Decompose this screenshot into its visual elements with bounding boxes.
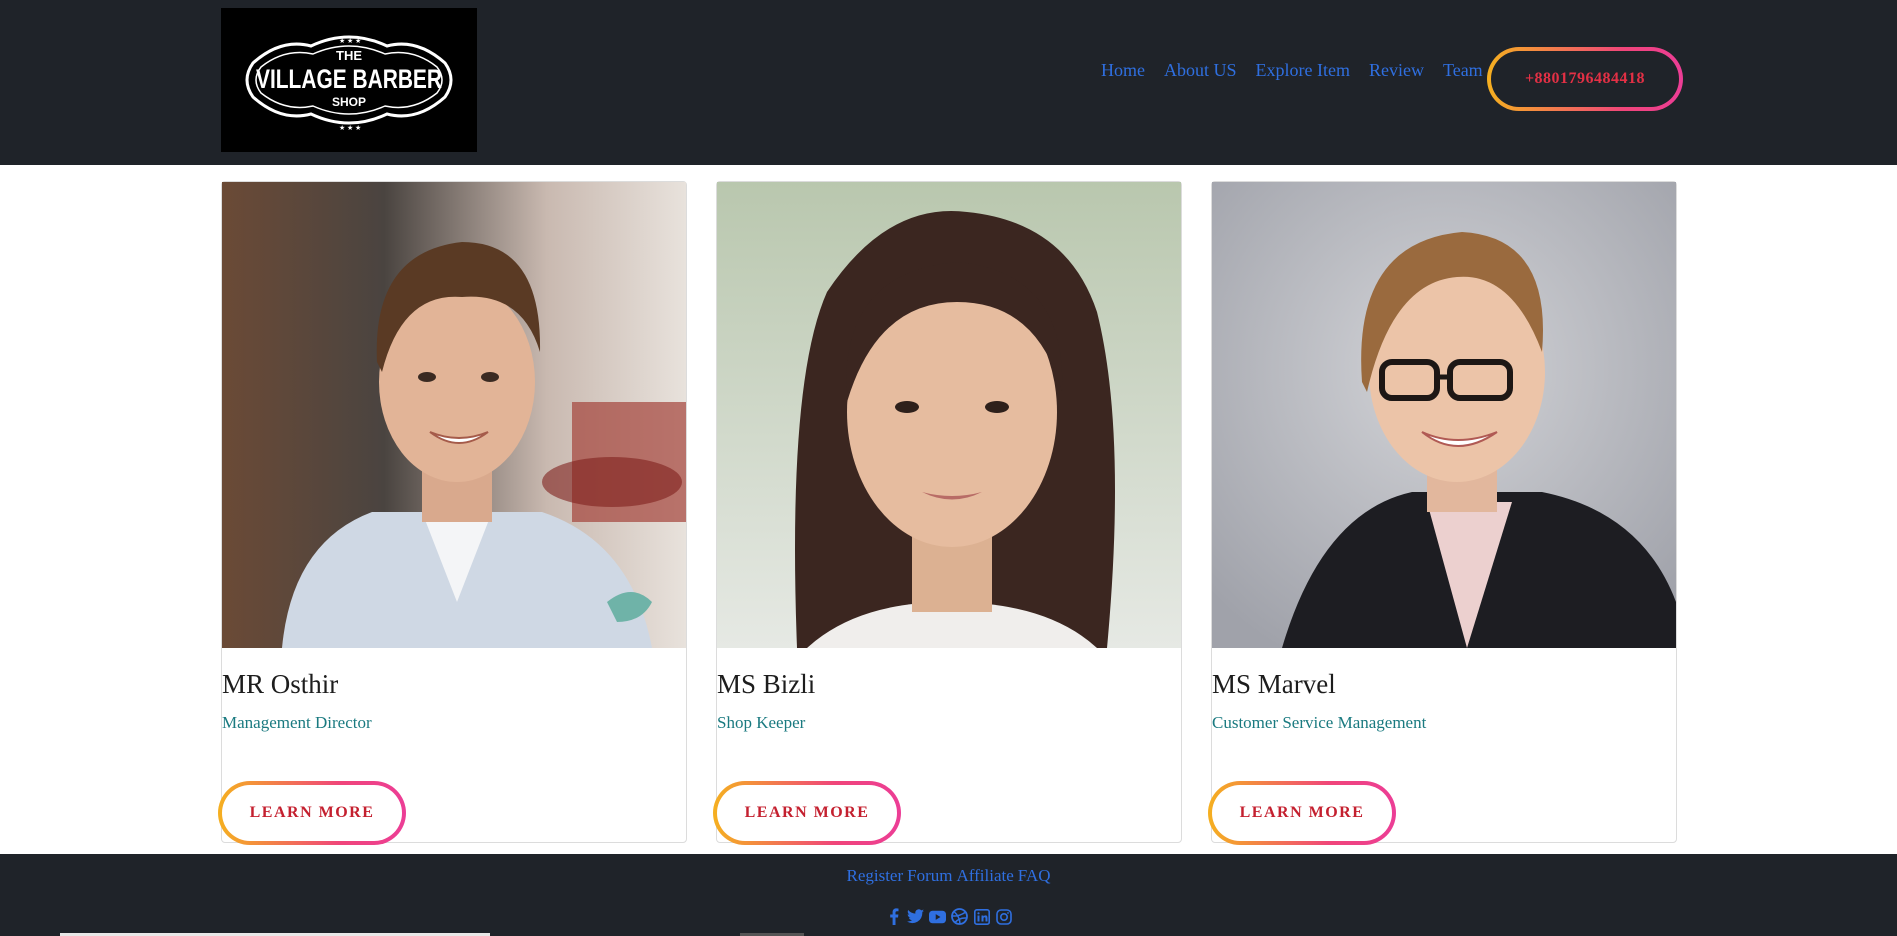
- learn-more-label: LEARN MORE: [717, 785, 897, 841]
- linkedin-icon[interactable]: [973, 908, 990, 925]
- nav-about-link[interactable]: About US: [1164, 60, 1237, 81]
- instagram-icon[interactable]: [995, 908, 1012, 925]
- team-photo-marvel: [1212, 182, 1676, 648]
- facebook-icon[interactable]: [885, 908, 902, 925]
- learn-more-label: LEARN MORE: [1212, 785, 1392, 841]
- dribbble-icon[interactable]: [951, 908, 968, 925]
- footer-faq-link[interactable]: FAQ: [1018, 866, 1051, 885]
- logo-line-village-barber: VILLAGE BARBER: [256, 64, 442, 94]
- village-barber-logo[interactable]: ★ ★ ★ ★ ★ ★ THE VILLAGE BARBER SHOP: [221, 8, 477, 152]
- team-card: MR Osthir Management Director LEARN MORE: [218, 181, 687, 845]
- team-card: MS Bizli Shop Keeper LEARN MORE: [713, 181, 1182, 845]
- nav-explore-link[interactable]: Explore Item: [1256, 60, 1350, 81]
- footer-links: Register Forum Affiliate FAQ: [0, 866, 1897, 886]
- learn-more-button[interactable]: LEARN MORE: [1208, 781, 1396, 845]
- team-member-name: MS Bizli: [717, 669, 816, 699]
- logo-line-the: THE: [336, 48, 362, 63]
- footer-register-link[interactable]: Register: [846, 866, 903, 885]
- nav-team-link[interactable]: Team: [1443, 60, 1483, 81]
- main-nav: Home About US Explore Item Review Team: [1101, 60, 1483, 81]
- footer-affiliate-link[interactable]: Affiliate: [956, 866, 1013, 885]
- nav-home-link[interactable]: Home: [1101, 60, 1145, 81]
- team-member-name: MR Osthir: [222, 669, 339, 699]
- team-photo-bizli: [717, 182, 1181, 648]
- svg-text:★ ★ ★: ★ ★ ★: [339, 37, 361, 45]
- phone-number: +8801796484418: [1491, 51, 1679, 107]
- nav-review-link[interactable]: Review: [1369, 60, 1424, 81]
- svg-text:★ ★ ★: ★ ★ ★: [339, 124, 361, 132]
- twitter-icon[interactable]: [907, 908, 924, 925]
- site-footer: Register Forum Affiliate FAQ: [0, 854, 1897, 936]
- team-member-name: MS Marvel: [1212, 669, 1336, 699]
- youtube-icon[interactable]: [929, 908, 946, 925]
- learn-more-button[interactable]: LEARN MORE: [713, 781, 901, 845]
- team-member-role: Management Director: [222, 713, 372, 732]
- logo-line-shop: SHOP: [332, 95, 366, 109]
- learn-more-label: LEARN MORE: [222, 785, 402, 841]
- footer-forum-link[interactable]: Forum: [907, 866, 952, 885]
- team-member-role: Shop Keeper: [717, 713, 806, 732]
- learn-more-button[interactable]: LEARN MORE: [218, 781, 406, 845]
- team-card: MS Marvel Customer Service Management LE…: [1208, 181, 1677, 845]
- phone-button[interactable]: +8801796484418: [1487, 47, 1683, 111]
- team-member-role: Customer Service Management: [1212, 713, 1427, 732]
- social-icons: [0, 908, 1897, 925]
- team-photo-osthir: [222, 182, 686, 648]
- site-header: ★ ★ ★ ★ ★ ★ THE VILLAGE BARBER SHOP Home…: [0, 0, 1897, 165]
